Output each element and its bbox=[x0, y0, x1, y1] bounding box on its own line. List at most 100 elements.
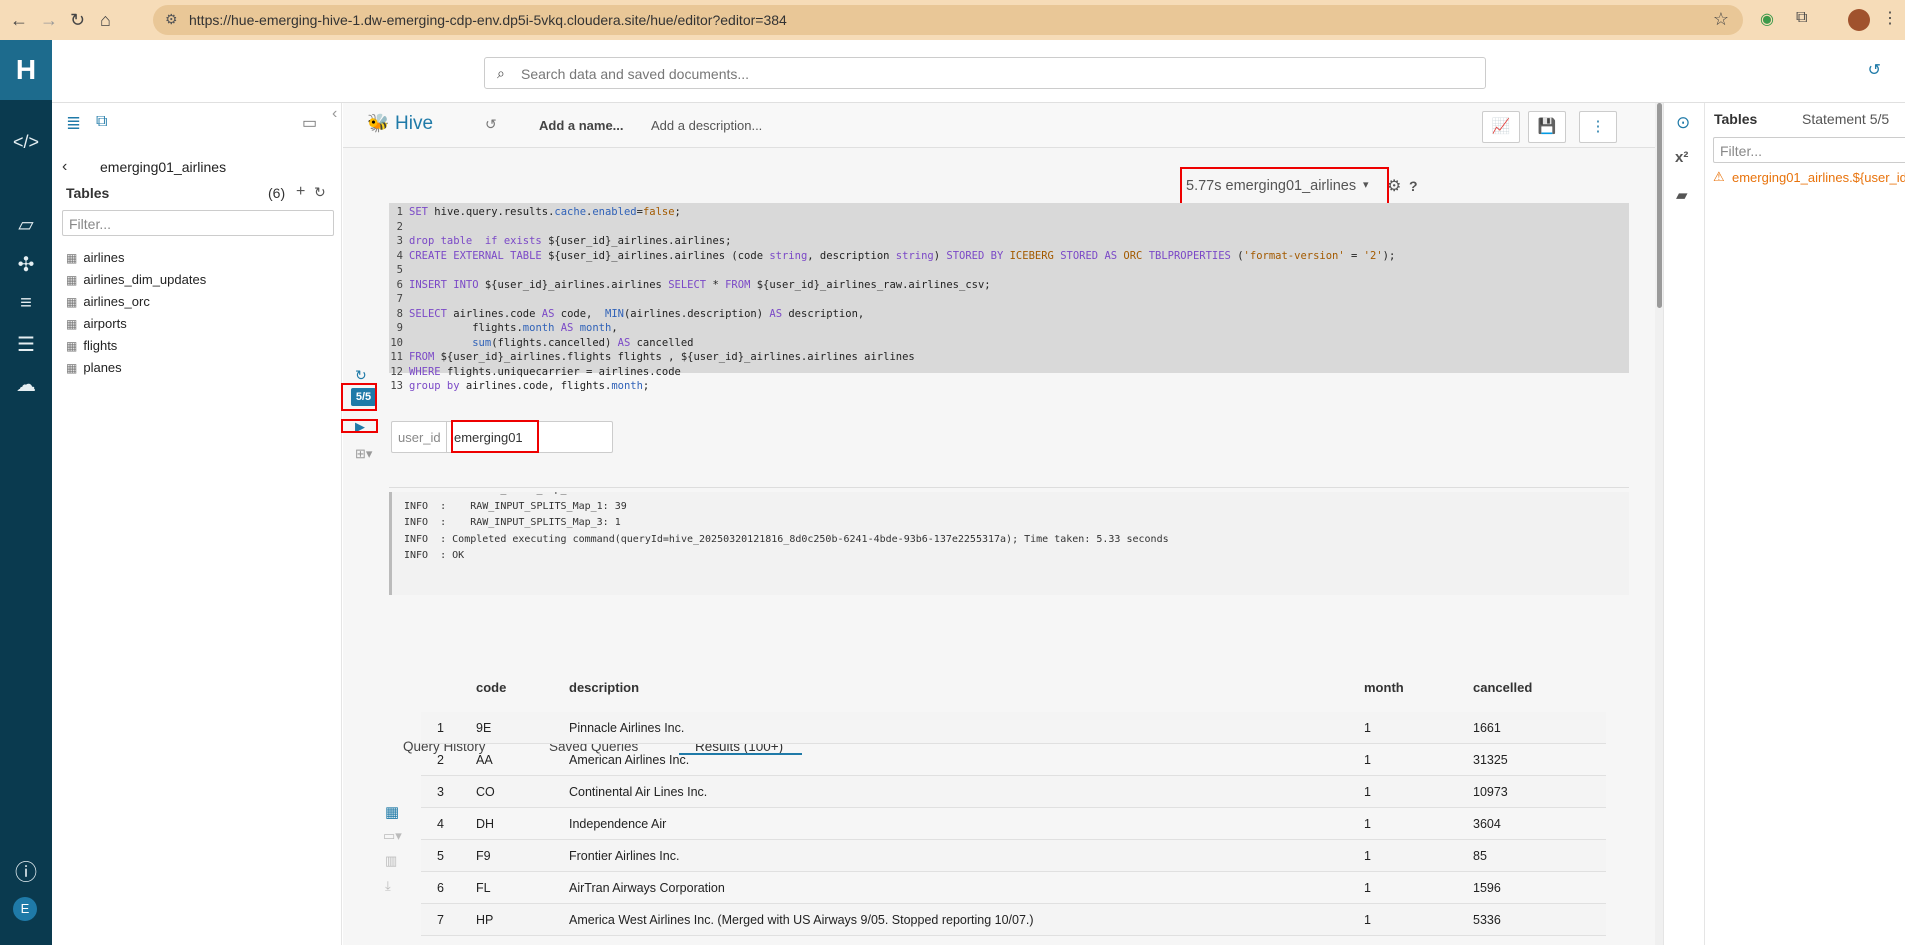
extensions-icon[interactable]: ⧉ bbox=[1796, 9, 1807, 27]
table-row[interactable]: 2 AA American Airlines Inc. 1 31325 bbox=[421, 744, 1606, 776]
table-row[interactable]: 7 HP America West Airlines Inc. (Merged wi… bbox=[421, 904, 1606, 936]
collapse-assist-icon[interactable]: ‹ bbox=[332, 105, 337, 123]
code-line[interactable]: 1 SET hive.query.results.cache.enabled=fa… bbox=[389, 205, 1629, 220]
grid-icon[interactable]: ▦ bbox=[385, 803, 399, 821]
code-line[interactable]: 7 bbox=[389, 292, 1629, 307]
explain-icon[interactable]: ⊞▾ bbox=[355, 446, 372, 462]
history-icon[interactable]: ↺ bbox=[1868, 60, 1881, 80]
code-editor[interactable]: 1 SET hive.query.results.cache.enabled=fa… bbox=[389, 203, 1629, 392]
help-button[interactable]: ? bbox=[1409, 178, 1418, 194]
table-row[interactable]: 1 9E Pinnacle Airlines Inc. 1 1661 bbox=[421, 712, 1606, 744]
database-icon[interactable]: ≡ bbox=[0, 292, 52, 315]
hue-logo[interactable]: H bbox=[0, 40, 52, 100]
database-name[interactable]: emerging01_airlines bbox=[100, 159, 226, 175]
book-icon[interactable]: ▰ bbox=[1676, 186, 1688, 204]
back-to-databases-icon[interactable]: ‹ bbox=[62, 158, 67, 176]
documents-icon[interactable]: ▱ bbox=[0, 212, 52, 237]
column-header[interactable]: month bbox=[1364, 680, 1404, 695]
code-token: ; bbox=[674, 206, 681, 218]
table-row[interactable]: 6 FL AirTran Airways Corporation 1 1596 bbox=[421, 872, 1606, 904]
code-token: group by bbox=[409, 380, 466, 392]
code-token: cache bbox=[554, 206, 587, 218]
refresh-icon[interactable]: ↻ bbox=[314, 184, 326, 201]
table-row[interactable]: 5 F9 Frontier Airlines Inc. 1 85 bbox=[421, 840, 1606, 872]
gear-icon[interactable]: ⚙ bbox=[1387, 176, 1401, 196]
profile-avatar[interactable] bbox=[1848, 9, 1870, 31]
columns-icon[interactable]: ▥ bbox=[385, 853, 397, 869]
code-line[interactable]: 6 INSERT INTO ${user_id}_airlines.airline… bbox=[389, 278, 1629, 293]
code-token: * bbox=[712, 278, 726, 291]
table-row[interactable]: 3 CO Continental Air Lines Inc. 1 10973 bbox=[421, 776, 1606, 808]
refresh-statement-icon[interactable]: ↻ bbox=[355, 367, 367, 384]
table-item-planes[interactable]: ▦ planes bbox=[66, 360, 122, 375]
save-button[interactable]: 💾 bbox=[1528, 111, 1566, 143]
code-token: MIN bbox=[605, 307, 624, 320]
table-item-airlines[interactable]: ▦ airlines bbox=[66, 250, 125, 265]
code-token: drop table if exists bbox=[409, 235, 549, 247]
code-line[interactable]: 4 CREATE EXTERNAL TABLE ${user_id}_airlin… bbox=[389, 249, 1629, 264]
database-tab-icon[interactable]: ≣ bbox=[66, 113, 81, 134]
code-line[interactable]: 9 flights.month AS month, bbox=[389, 321, 1629, 336]
column-header[interactable]: cancelled bbox=[1473, 680, 1532, 695]
code-line[interactable]: 8 SELECT airlines.code AS code, MIN(airli… bbox=[389, 307, 1629, 322]
column-header[interactable]: code bbox=[476, 680, 506, 695]
back-icon[interactable]: ← bbox=[10, 10, 28, 31]
engine-label[interactable]: Hive bbox=[395, 113, 433, 135]
jobs-icon[interactable]: ✣ bbox=[0, 252, 52, 277]
editor-icon[interactable]: </> bbox=[0, 132, 52, 153]
table-cell: 1 bbox=[1364, 817, 1371, 831]
table-item-airports[interactable]: ▦ airports bbox=[66, 316, 127, 331]
table-filter-input[interactable]: Filter... bbox=[62, 210, 334, 236]
log-line: INFO : OK bbox=[404, 550, 465, 561]
extension-eye-icon[interactable]: ◉ bbox=[1760, 9, 1774, 29]
folder-icon[interactable]: ▭ bbox=[302, 113, 317, 133]
code-token: ) bbox=[933, 249, 947, 262]
scrollbar-thumb[interactable] bbox=[1657, 103, 1662, 308]
query-history-icon[interactable]: ↺ bbox=[485, 116, 497, 133]
warning-text[interactable]: emerging01_airlines.${user_id} bbox=[1732, 170, 1905, 185]
code-token: STORED AS bbox=[1060, 249, 1124, 262]
site-info-icon[interactable]: ⚙ bbox=[165, 11, 178, 28]
code-token: , bbox=[611, 322, 618, 334]
home-icon[interactable]: ⌂ bbox=[100, 10, 111, 31]
compass-icon[interactable]: ⊙ bbox=[1676, 113, 1690, 133]
query-description-input[interactable]: Add a description... bbox=[651, 118, 762, 133]
server-icon[interactable]: ☰ bbox=[0, 332, 52, 357]
add-table-icon[interactable]: + bbox=[296, 183, 305, 201]
forward-icon[interactable]: → bbox=[40, 10, 58, 31]
documents-tab-icon[interactable]: ⧉ bbox=[96, 113, 107, 131]
address-bar[interactable]: ⚙ https://hue-emerging-hive-1.dw-emergin… bbox=[153, 5, 1743, 35]
chart-button[interactable]: 📈 bbox=[1482, 111, 1520, 143]
tab-statement[interactable]: Statement 5/5 bbox=[1802, 111, 1889, 127]
line-number: 11 bbox=[390, 351, 403, 363]
table-item-airlines-dim-updates[interactable]: ▦ airlines_dim_updates bbox=[66, 272, 206, 287]
function-icon[interactable]: x² bbox=[1675, 149, 1688, 166]
upload-icon[interactable]: ☁ bbox=[0, 372, 52, 397]
star-icon[interactable]: ☆ bbox=[1713, 9, 1729, 30]
table-row[interactable]: 4 DH Independence Air 1 3604 bbox=[421, 808, 1606, 840]
browser-menu-icon[interactable]: ⋮ bbox=[1882, 8, 1898, 28]
code-line[interactable]: 12 WHERE flights.uniquecarrier = airlines… bbox=[389, 365, 1629, 380]
code-token: flights. bbox=[409, 322, 523, 334]
user-avatar[interactable]: E bbox=[13, 897, 37, 921]
code-line[interactable]: 10 sum(flights.cancelled) AS cancelled bbox=[389, 336, 1629, 351]
line-number: 5 bbox=[396, 264, 403, 276]
more-button[interactable]: ⋮ bbox=[1579, 111, 1617, 143]
help-icon[interactable]: ⓘ bbox=[0, 855, 52, 887]
column-header[interactable]: description bbox=[569, 680, 639, 695]
download-icon[interactable]: ⤓ bbox=[385, 878, 391, 894]
code-line[interactable]: 3 drop table if exists ${user_id}_airline… bbox=[389, 234, 1629, 249]
tab-tables[interactable]: Tables bbox=[1714, 111, 1757, 127]
reload-icon[interactable]: ↻ bbox=[70, 10, 85, 31]
chart-type-icon[interactable]: ▭▾ bbox=[383, 828, 402, 844]
code-line[interactable]: 2 bbox=[389, 220, 1629, 235]
code-token: , description bbox=[807, 249, 896, 262]
table-item-flights[interactable]: ▦ flights bbox=[66, 338, 117, 353]
query-name-input[interactable]: Add a name... bbox=[539, 118, 624, 133]
right-filter-input[interactable]: Filter... bbox=[1713, 137, 1905, 163]
code-line[interactable]: 13 group by airlines.code, flights.month; bbox=[389, 379, 1629, 394]
table-item-airlines-orc[interactable]: ▦ airlines_orc bbox=[66, 294, 150, 309]
code-line[interactable]: 5 bbox=[389, 263, 1629, 278]
search-input[interactable]: ⌕ Search data and saved documents... bbox=[484, 57, 1486, 89]
code-line[interactable]: 11 FROM ${user_id}_airlines.flights fligh… bbox=[389, 350, 1629, 365]
